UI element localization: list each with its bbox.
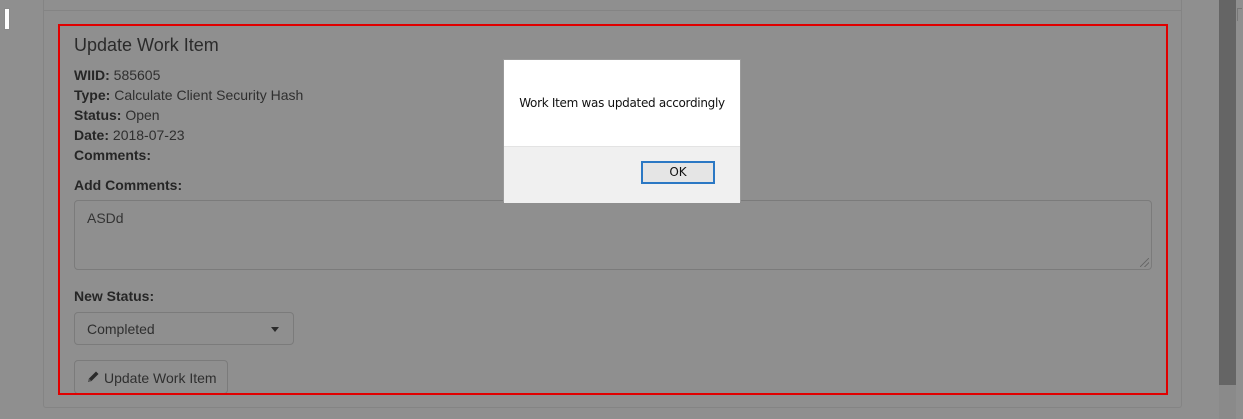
page-edge [4,8,10,30]
ok-button[interactable]: OK [641,161,715,184]
panel-divider [44,10,1181,11]
page-edge-right [1237,8,1242,21]
alert-dialog: Work Item was updated accordingly OK [503,59,741,203]
dialog-message: Work Item was updated accordingly [519,96,725,110]
scrollbar-thumb[interactable] [1219,0,1236,385]
dialog-footer: OK [504,146,740,203]
